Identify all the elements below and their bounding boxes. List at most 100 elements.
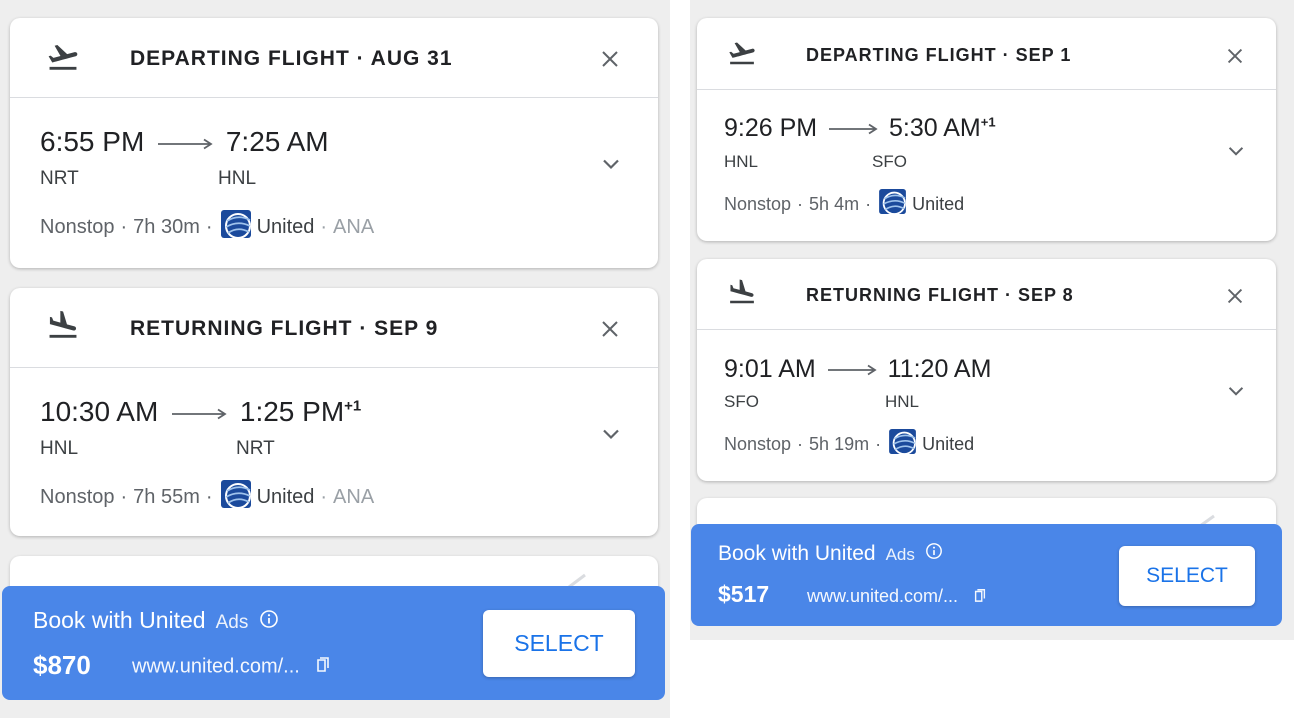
booking-price: $870 <box>33 650 91 680</box>
destination-airport: SFO <box>872 152 907 171</box>
booking-url-row[interactable]: www.united.com/... <box>132 655 331 679</box>
returning-flight-card: RETURNING FLIGHT · SEP 9 10:30 AM 1:25 P… <box>10 288 658 536</box>
destination-airport: NRT <box>236 438 275 459</box>
separator: · <box>875 433 882 454</box>
origin-airport: SFO <box>724 392 759 411</box>
close-icon[interactable] <box>598 47 622 76</box>
duration: 7h 55m <box>133 485 200 508</box>
airline-name: United <box>256 215 315 238</box>
flight-landing-icon <box>41 308 85 347</box>
select-button[interactable]: SELECT <box>1119 546 1255 606</box>
separator: · <box>865 193 872 214</box>
stops: Nonstop <box>40 215 115 238</box>
separator: · <box>120 485 128 508</box>
separator: · <box>797 433 804 454</box>
airline-name: United <box>256 485 315 508</box>
partner-airline: ANA <box>333 215 375 238</box>
ads-label: Ads <box>885 545 915 564</box>
separator: · <box>320 215 328 238</box>
airline-name: United <box>922 433 975 454</box>
returning-flight-title: RETURNING FLIGHT · SEP 8 <box>806 285 1074 305</box>
select-button[interactable]: SELECT <box>483 610 635 677</box>
arrow-icon <box>829 124 878 135</box>
departing-flight-card: DEPARTING FLIGHT · SEP 1 9:26 PM 5:30 AM… <box>697 18 1276 241</box>
flight-meta: Nonstop · 5h 19m · United <box>724 429 974 459</box>
day-offset: +1 <box>980 114 996 130</box>
close-icon[interactable] <box>1224 285 1246 312</box>
departing-flight-title: DEPARTING FLIGHT · AUG 31 <box>130 47 453 70</box>
ads-label: Ads <box>215 612 249 633</box>
united-globe-logo <box>889 429 916 459</box>
duration: 7h 30m <box>133 215 200 238</box>
returning-flight-title: RETURNING FLIGHT · SEP 9 <box>130 317 439 340</box>
returning-flight-header: RETURNING FLIGHT · SEP 8 <box>697 259 1276 330</box>
origin-airport: HNL <box>724 152 759 171</box>
separator: · <box>797 193 804 214</box>
booking-banner: Book with United Ads $517 www.united.com/… <box>691 524 1282 626</box>
flight-meta: Nonstop · 7h 55m · United · ANA <box>40 480 374 514</box>
chevron-down-icon[interactable] <box>1225 380 1247 407</box>
chevron-down-icon[interactable] <box>599 152 623 181</box>
airline-name: United <box>912 193 965 214</box>
departing-flight-details[interactable]: 6:55 PM 7:25 AM NRT HNL Nonstop · 7h 30m… <box>10 98 658 268</box>
copy-link-icon <box>973 587 987 608</box>
chevron-down-icon[interactable] <box>1225 140 1247 167</box>
arrival-time: 11:20 AM <box>887 355 992 383</box>
returning-flight-card: RETURNING FLIGHT · SEP 8 9:01 AM 11:20 A… <box>697 259 1276 481</box>
separator: · <box>320 485 328 508</box>
booking-price: $517 <box>718 581 770 607</box>
flight-times: 9:26 PM 5:30 AM+1 <box>724 114 996 143</box>
booking-url-row[interactable]: www.united.com/... <box>807 586 987 608</box>
booking-provider: Book with United <box>718 542 876 565</box>
departure-time: 9:26 PM <box>724 114 818 142</box>
booking-banner: Book with United Ads $870 www.united.com/… <box>2 586 665 700</box>
separator: · <box>120 215 128 238</box>
copy-link-icon <box>315 655 331 679</box>
united-globe-logo <box>879 189 906 219</box>
day-offset: +1 <box>344 397 362 415</box>
arrow-icon <box>172 408 227 419</box>
flight-times: 10:30 AM 1:25 PM+1 <box>40 396 361 428</box>
destination-airport: HNL <box>218 168 257 189</box>
returning-flight-header: RETURNING FLIGHT · SEP 9 <box>10 288 658 368</box>
duration: 5h 4m <box>809 193 860 214</box>
close-icon[interactable] <box>598 317 622 346</box>
booking-url: www.united.com/... <box>132 655 300 678</box>
chevron-down-icon[interactable] <box>599 422 623 451</box>
departure-time: 10:30 AM <box>40 396 159 427</box>
stops: Nonstop <box>724 193 792 214</box>
close-icon[interactable] <box>1224 45 1246 72</box>
right-itinerary-panel: DEPARTING FLIGHT · SEP 1 9:26 PM 5:30 AM… <box>690 0 1294 640</box>
departing-flight-header: DEPARTING FLIGHT · AUG 31 <box>10 18 658 98</box>
destination-airport: HNL <box>885 392 920 411</box>
united-globe-logo <box>220 210 251 244</box>
arrival-time: 5:30 AM <box>889 114 981 142</box>
info-icon[interactable] <box>925 542 943 566</box>
departing-flight-header: DEPARTING FLIGHT · SEP 1 <box>697 18 1276 90</box>
departing-flight-details[interactable]: 9:26 PM 5:30 AM+1 HNL SFO Nonstop · 5h 4… <box>697 90 1276 241</box>
info-icon[interactable] <box>259 608 279 635</box>
booking-provider: Book with United <box>33 607 206 633</box>
departing-flight-card: DEPARTING FLIGHT · AUG 31 6:55 PM 7:25 A… <box>10 18 658 268</box>
arrow-icon <box>827 365 877 376</box>
departure-time: 9:01 AM <box>724 355 816 383</box>
returning-flight-details[interactable]: 10:30 AM 1:25 PM+1 HNL NRT Nonstop · 7h … <box>10 368 658 536</box>
arrival-time: 1:25 PM <box>239 396 345 427</box>
arrival-time: 7:25 AM <box>225 126 329 157</box>
flight-takeoff-icon <box>41 40 85 79</box>
flight-times: 6:55 PM 7:25 AM <box>40 126 329 158</box>
departure-time: 6:55 PM <box>40 126 145 157</box>
stops: Nonstop <box>724 433 792 454</box>
departing-flight-title: DEPARTING FLIGHT · SEP 1 <box>806 45 1072 65</box>
booking-title-row: Book with United Ads <box>718 542 943 566</box>
united-globe-logo <box>220 480 251 514</box>
flight-times: 9:01 AM 11:20 AM <box>724 355 991 384</box>
origin-airport: HNL <box>40 438 79 459</box>
origin-airport: NRT <box>40 168 79 189</box>
returning-flight-details[interactable]: 9:01 AM 11:20 AM SFO HNL Nonstop · 5h 19… <box>697 330 1276 481</box>
booking-url: www.united.com/... <box>807 586 959 606</box>
flight-takeoff-icon <box>723 38 761 73</box>
left-itinerary-panel: DEPARTING FLIGHT · AUG 31 6:55 PM 7:25 A… <box>0 0 670 718</box>
separator: · <box>205 485 213 508</box>
arrow-icon <box>158 138 213 149</box>
